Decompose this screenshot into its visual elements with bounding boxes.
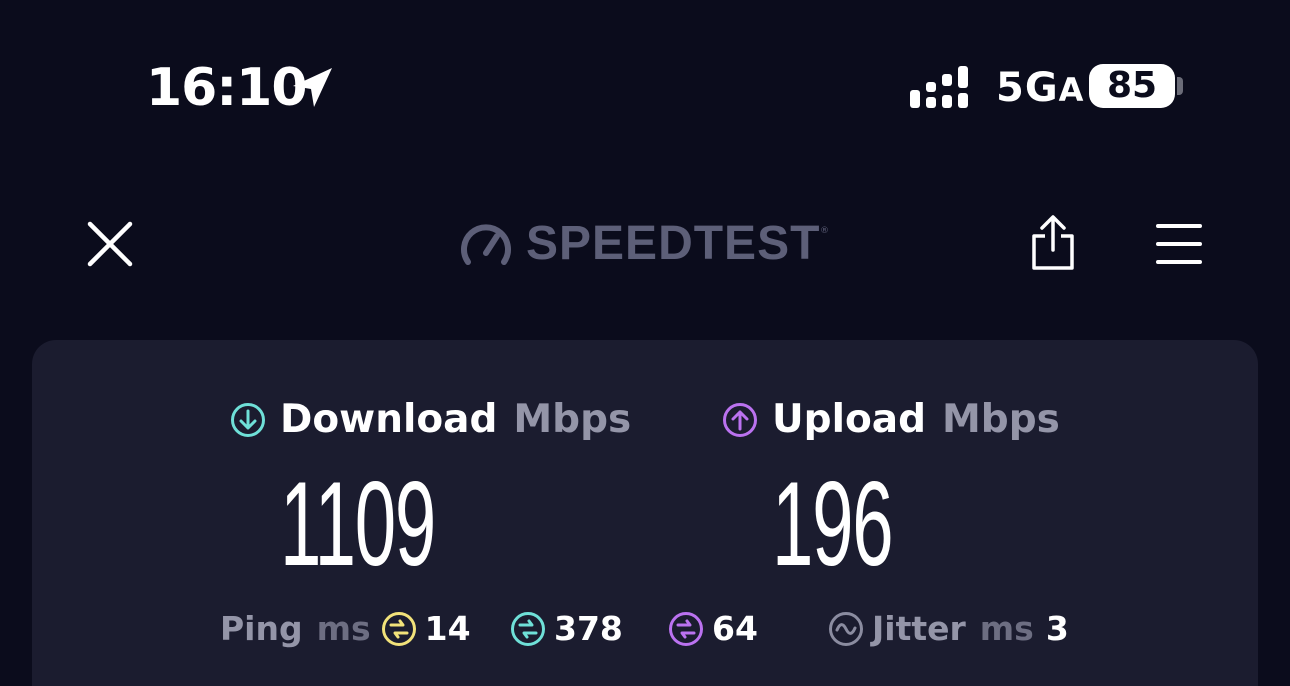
jitter-section: Jitter ms 3 [828, 606, 1069, 652]
speedtest-logo: SPEEDTEST [526, 217, 821, 270]
status-time: 16:10 [146, 58, 308, 118]
idle-latency-icon [381, 612, 416, 646]
network-generation: 5G [996, 65, 1059, 111]
upload-value: 196 [772, 457, 894, 591]
download-header: Download Mbps [230, 396, 631, 444]
download-latency-icon [511, 612, 545, 646]
close-icon[interactable] [86, 220, 134, 268]
share-icon[interactable] [1028, 214, 1078, 272]
ping-unit: ms [316, 609, 371, 648]
upload-latency-icon [669, 612, 703, 646]
speedtest-result-screen: 16:10 5GA 85 SPEEDTEST ® Download Mbps 1… [0, 0, 1290, 686]
jitter-unit: ms [979, 609, 1034, 648]
upload-unit: Mbps [941, 397, 1060, 442]
battery-level: 85 [1089, 64, 1175, 108]
logo-registered-mark: ® [820, 226, 829, 236]
download-value: 1109 [280, 457, 436, 591]
ping-section: Ping ms 14 [220, 606, 471, 652]
results-card [32, 340, 1258, 686]
jitter-value: 3 [1045, 609, 1069, 648]
upload-label: Upload [772, 397, 926, 442]
download-unit: Mbps [513, 397, 632, 442]
network-suffix: A [1058, 71, 1085, 109]
speedometer-icon [461, 224, 511, 265]
ping-label: Ping [220, 609, 303, 648]
signal-icon [910, 66, 968, 108]
download-label: Download [280, 397, 498, 442]
battery-cap [1177, 77, 1183, 95]
download-latency-value: 378 [554, 609, 623, 648]
idle-latency-value: 14 [424, 609, 471, 648]
upload-latency: 64 [668, 606, 758, 652]
jitter-label: Jitter [872, 609, 966, 648]
menu-icon[interactable] [1156, 222, 1202, 266]
network-type: 5GA [996, 64, 1084, 114]
location-arrow-icon [293, 68, 332, 107]
download-latency: 378 [510, 606, 623, 652]
download-arrow-icon [231, 403, 265, 437]
upload-arrow-icon [723, 403, 757, 437]
upload-latency-value: 64 [712, 609, 758, 648]
upload-header: Upload Mbps [722, 396, 1060, 444]
jitter-wave-icon [829, 612, 863, 646]
